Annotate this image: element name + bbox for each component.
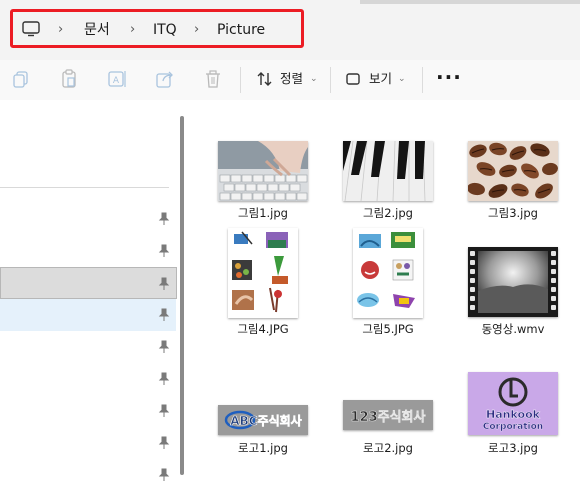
pin-icon[interactable] bbox=[158, 340, 170, 354]
sort-chevron-down-icon[interactable]: ⌄ bbox=[310, 72, 318, 86]
logo1-text: ABC주식회사 bbox=[230, 413, 301, 428]
123-logo-thumbnail: 123주식회사 bbox=[343, 400, 433, 430]
nav-item-selected[interactable] bbox=[0, 267, 177, 299]
clipart-collage-thumbnail bbox=[353, 228, 423, 318]
breadcrumb-item-picture[interactable]: Picture bbox=[217, 20, 265, 40]
nav-item[interactable] bbox=[0, 459, 176, 491]
video-film-thumbnail bbox=[468, 247, 558, 317]
pin-icon[interactable] bbox=[158, 212, 170, 226]
nav-scrollbar[interactable] bbox=[180, 116, 184, 475]
paste-icon[interactable] bbox=[58, 68, 80, 90]
navigation-pane bbox=[0, 100, 178, 481]
pin-icon[interactable] bbox=[158, 372, 170, 386]
breadcrumb-chevron-icon[interactable]: › bbox=[130, 20, 135, 40]
sort-icon[interactable] bbox=[254, 68, 276, 90]
nav-item[interactable] bbox=[0, 395, 176, 427]
nav-item[interactable] bbox=[0, 235, 176, 267]
more-options-button[interactable]: ··· bbox=[436, 66, 462, 88]
address-bar: › 문서 › ITQ › Picture bbox=[0, 0, 580, 60]
toolbar-separator bbox=[240, 67, 241, 93]
coffee-beans-photo-thumbnail bbox=[468, 141, 558, 201]
file-name[interactable]: 로고2.jpg bbox=[328, 440, 448, 456]
logo2-text: 123주식회사 bbox=[351, 409, 426, 425]
rename-icon[interactable]: A bbox=[106, 68, 128, 90]
file-name[interactable]: 그림1.jpg bbox=[203, 205, 323, 221]
svg-text:A: A bbox=[113, 76, 120, 86]
keyboard-photo-thumbnail bbox=[218, 141, 308, 201]
nav-item[interactable] bbox=[0, 363, 176, 395]
pin-icon[interactable] bbox=[158, 436, 170, 450]
nav-item[interactable] bbox=[0, 427, 176, 459]
file-name[interactable]: 그림2.jpg bbox=[328, 205, 448, 221]
file-name[interactable]: 로고1.jpg bbox=[203, 440, 323, 456]
file-name[interactable]: 그림3.jpg bbox=[453, 205, 573, 221]
nav-item[interactable] bbox=[0, 203, 176, 235]
sort-button[interactable]: 정렬 bbox=[280, 70, 303, 88]
view-chevron-down-icon[interactable]: ⌄ bbox=[398, 72, 406, 86]
abc-logo-thumbnail: ABC주식회사 bbox=[218, 405, 308, 435]
file-name[interactable]: 로고3.jpg bbox=[453, 440, 573, 456]
view-icon[interactable] bbox=[342, 68, 364, 90]
delete-icon[interactable] bbox=[202, 68, 224, 90]
computer-icon[interactable] bbox=[22, 21, 40, 37]
nav-item-hovered[interactable] bbox=[0, 299, 176, 331]
nav-item[interactable] bbox=[0, 331, 176, 363]
logo3-line1: Hankook bbox=[486, 408, 541, 421]
piano-keys-photo-thumbnail bbox=[343, 141, 433, 201]
breadcrumb-chevron-icon[interactable]: › bbox=[194, 20, 199, 40]
breadcrumb-item-documents[interactable]: 문서 bbox=[84, 20, 110, 40]
hankook-logo-thumbnail: Hankook Corporation bbox=[468, 372, 558, 435]
toolbar-separator bbox=[422, 67, 423, 93]
pin-icon[interactable] bbox=[158, 277, 170, 291]
toolbar-separator bbox=[330, 67, 331, 93]
clipart-collage-thumbnail bbox=[228, 228, 298, 318]
nav-divider bbox=[0, 187, 169, 188]
file-name[interactable]: 그림5.JPG bbox=[328, 321, 448, 337]
file-grid: 그림1.jpg 그림2.jpg 그림3.jpg 그림4.JPG 그림5.JPG … bbox=[190, 100, 580, 475]
logo3-line2: Corporation bbox=[483, 422, 543, 432]
pin-icon[interactable] bbox=[158, 308, 170, 322]
file-name[interactable]: 그림4.JPG bbox=[203, 321, 323, 337]
window-edge bbox=[360, 0, 580, 4]
command-bar: A 정렬 ⌄ 보기 ⌄ ··· bbox=[0, 60, 580, 100]
share-icon[interactable] bbox=[154, 68, 176, 90]
copy-icon[interactable] bbox=[10, 68, 32, 90]
breadcrumb-chevron-icon[interactable]: › bbox=[58, 20, 63, 40]
pin-icon[interactable] bbox=[158, 244, 170, 258]
view-button[interactable]: 보기 bbox=[369, 70, 392, 88]
breadcrumb-item-itq[interactable]: ITQ bbox=[153, 20, 177, 40]
pin-icon[interactable] bbox=[158, 404, 170, 418]
pin-icon[interactable] bbox=[158, 468, 170, 482]
file-name[interactable]: 동영상.wmv bbox=[453, 321, 573, 337]
